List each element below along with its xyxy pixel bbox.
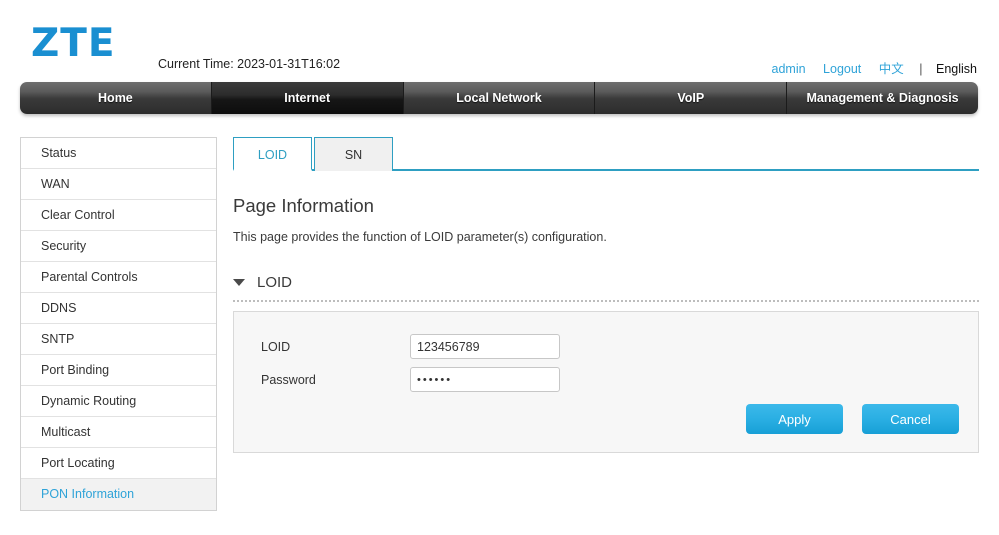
language-chinese-link[interactable]: 中文 bbox=[879, 62, 904, 76]
tab-loid-label: LOID bbox=[257, 148, 288, 162]
sidebar-item-status[interactable]: Status bbox=[21, 138, 216, 169]
nav-item-local-network[interactable]: Local Network bbox=[404, 82, 596, 114]
sidebar-item-parental-controls-label: Parental Controls bbox=[41, 270, 138, 284]
zte-logo: ZTE bbox=[31, 21, 116, 66]
nav-item-internet[interactable]: Internet bbox=[211, 82, 404, 114]
sidebar-item-ddns-label: DDNS bbox=[41, 301, 77, 315]
page-title: Page Information bbox=[233, 195, 374, 216]
sidebar-item-status-label: Status bbox=[41, 146, 77, 160]
sidebar-menu: Status WAN Clear Control Security Parent… bbox=[20, 137, 217, 511]
account-bar: admin Logout 中文 | English bbox=[758, 58, 977, 77]
sidebar-item-clear-control-label: Clear Control bbox=[41, 208, 115, 222]
loid-input[interactable] bbox=[410, 334, 560, 359]
tab-sn-label: SN bbox=[344, 148, 363, 162]
sidebar-item-multicast[interactable]: Multicast bbox=[21, 417, 216, 448]
page-description: This page provides the function of LOID … bbox=[233, 230, 607, 244]
language-separator: | bbox=[919, 62, 923, 76]
nav-item-voip-label: VoIP bbox=[677, 91, 705, 105]
sidebar-item-dynamic-routing[interactable]: Dynamic Routing bbox=[21, 386, 216, 417]
loid-settings-panel: LOID Password Apply Cancel bbox=[233, 311, 979, 453]
sidebar-item-wan[interactable]: WAN bbox=[21, 169, 216, 200]
sidebar-item-security[interactable]: Security bbox=[21, 231, 216, 262]
sidebar-item-port-binding[interactable]: Port Binding bbox=[21, 355, 216, 386]
sidebar-item-sntp[interactable]: SNTP bbox=[21, 324, 216, 355]
panel-action-buttons: Apply Cancel bbox=[746, 404, 959, 434]
field-row-password: Password bbox=[261, 367, 978, 392]
sidebar-item-wan-label: WAN bbox=[41, 177, 70, 191]
tab-loid[interactable]: LOID bbox=[233, 137, 312, 171]
content-area: LOID SN Page Information This page provi… bbox=[233, 135, 979, 453]
sidebar-item-clear-control[interactable]: Clear Control bbox=[21, 200, 216, 231]
sidebar-item-port-locating-label: Port Locating bbox=[41, 456, 115, 470]
nav-item-local-network-label: Local Network bbox=[456, 91, 542, 105]
tab-sn[interactable]: SN bbox=[314, 137, 393, 171]
password-field-label: Password bbox=[261, 372, 316, 387]
password-input[interactable] bbox=[410, 367, 560, 392]
section-header-loid-label: LOID bbox=[257, 274, 293, 291]
page-header: ZTE Current Time: 2023-01-31T16:02 admin… bbox=[0, 0, 999, 82]
current-time-label: Current Time: 2023-01-31T16:02 bbox=[158, 57, 341, 71]
sidebar-item-port-binding-label: Port Binding bbox=[41, 363, 110, 377]
nav-item-management-diagnosis[interactable]: Management & Diagnosis bbox=[787, 82, 978, 114]
tab-strip: LOID SN bbox=[233, 135, 979, 171]
logout-link[interactable]: Logout bbox=[823, 62, 861, 76]
nav-item-home[interactable]: Home bbox=[20, 82, 212, 114]
field-row-loid: LOID bbox=[261, 334, 978, 359]
admin-user-link[interactable]: admin bbox=[772, 62, 806, 76]
sidebar-item-pon-information-label: PON Information bbox=[41, 487, 135, 501]
nav-item-home-label: Home bbox=[98, 91, 133, 105]
nav-item-internet-label: Internet bbox=[284, 91, 331, 105]
main-navigation: Home Internet Local Network VoIP Managem… bbox=[20, 82, 978, 114]
loid-field-label: LOID bbox=[261, 339, 291, 354]
router-admin-page: ZTE Current Time: 2023-01-31T16:02 admin… bbox=[0, 0, 999, 535]
sidebar-item-dynamic-routing-label: Dynamic Routing bbox=[41, 394, 137, 408]
nav-item-management-diagnosis-label: Management & Diagnosis bbox=[806, 91, 959, 105]
sidebar-item-parental-controls[interactable]: Parental Controls bbox=[21, 262, 216, 293]
nav-item-voip[interactable]: VoIP bbox=[595, 82, 788, 114]
section-header-loid[interactable]: LOID bbox=[233, 274, 979, 291]
caret-down-icon[interactable] bbox=[233, 279, 245, 286]
sidebar-item-security-label: Security bbox=[41, 239, 87, 253]
language-english-current[interactable]: English bbox=[936, 62, 977, 76]
section-divider bbox=[233, 300, 979, 302]
sidebar-item-pon-information[interactable]: PON Information bbox=[21, 479, 216, 510]
sidebar-item-port-locating[interactable]: Port Locating bbox=[21, 448, 216, 479]
sidebar-item-multicast-label: Multicast bbox=[41, 425, 91, 439]
sidebar-item-ddns[interactable]: DDNS bbox=[21, 293, 216, 324]
apply-button[interactable]: Apply bbox=[746, 404, 843, 434]
sidebar-item-sntp-label: SNTP bbox=[41, 332, 75, 346]
cancel-button[interactable]: Cancel bbox=[862, 404, 959, 434]
